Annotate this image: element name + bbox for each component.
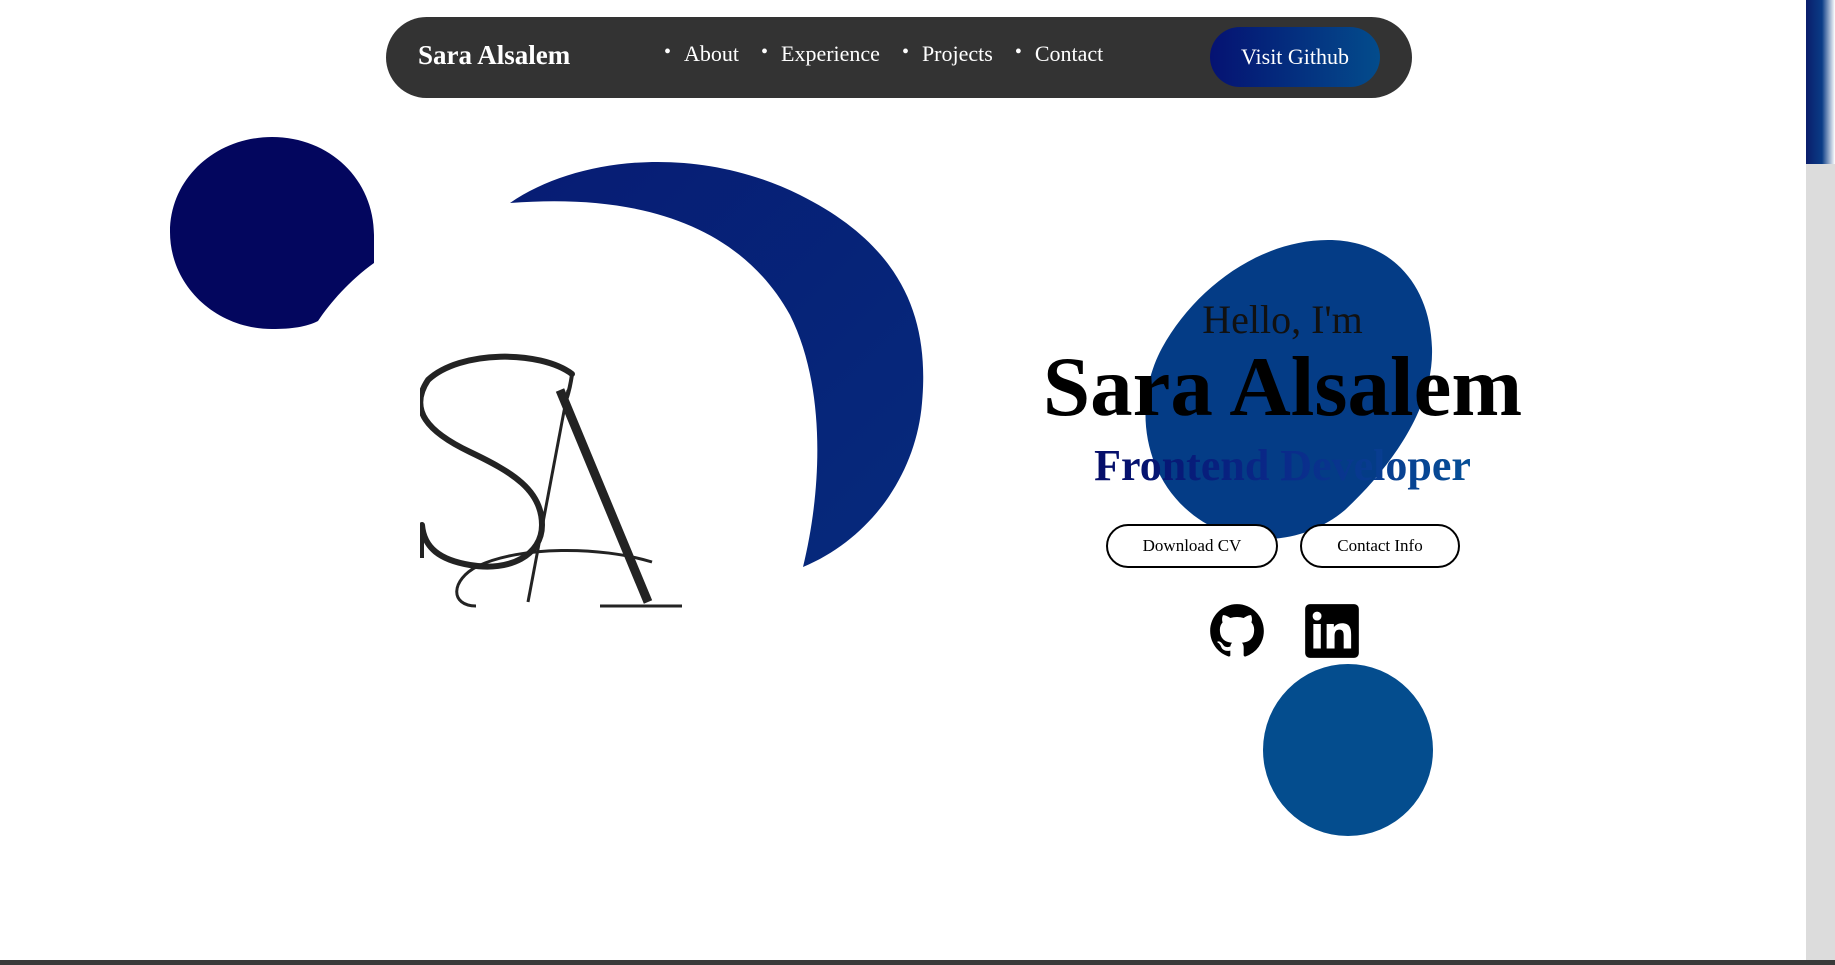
decorative-circle-top-left — [170, 137, 374, 329]
hero-greeting: Hello, I'm — [1202, 297, 1363, 342]
scrollbar-track[interactable] — [1806, 0, 1835, 960]
visit-github-button[interactable]: Visit Github — [1210, 27, 1380, 87]
contact-info-button[interactable]: Contact Info — [1300, 524, 1460, 568]
sa-monogram-logo — [420, 353, 682, 608]
brand-name[interactable]: Sara Alsalem — [418, 40, 570, 71]
navbar: Sara Alsalem About Experience Projects C… — [386, 17, 1412, 98]
nav-link-projects[interactable]: Projects — [902, 41, 993, 67]
hero-name: Sara Alsalem — [1042, 340, 1523, 434]
decorative-circle-bottom — [1263, 664, 1433, 836]
github-icon[interactable] — [1209, 603, 1265, 659]
nav-links: About Experience Projects Contact — [664, 41, 1125, 67]
window-bottom-border — [0, 960, 1835, 965]
scrollbar-thumb[interactable] — [1806, 0, 1835, 164]
nav-link-contact[interactable]: Contact — [1015, 41, 1103, 67]
nav-link-about[interactable]: About — [664, 41, 739, 67]
hero-role: Frontend Developer — [1040, 440, 1525, 491]
linkedin-icon[interactable] — [1304, 603, 1360, 659]
nav-link-experience[interactable]: Experience — [761, 41, 880, 67]
download-cv-button[interactable]: Download CV — [1106, 524, 1278, 568]
